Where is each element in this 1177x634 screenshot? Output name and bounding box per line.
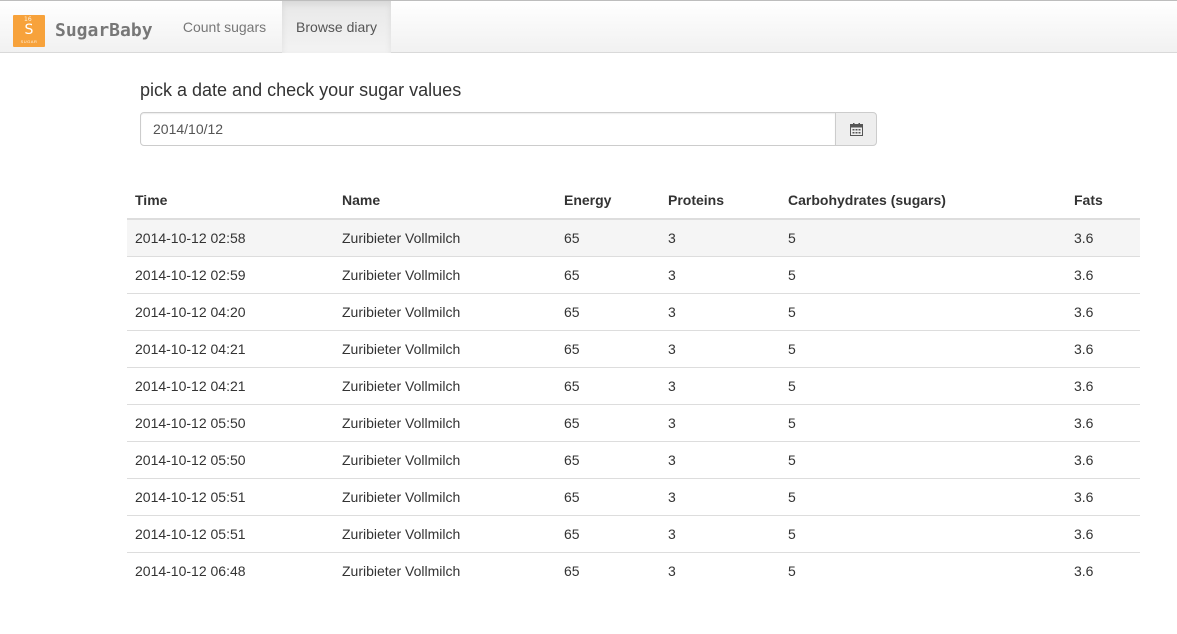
cell-carbohydrates: 5 xyxy=(780,219,1066,256)
table-row: 2014-10-12 05:50 Zuribieter Vollmilch 65… xyxy=(127,403,1140,441)
header-carbohydrates: Carbohydrates (sugars) xyxy=(780,181,1066,220)
header-proteins: Proteins xyxy=(660,181,780,220)
cell-carbohydrates: 5 xyxy=(780,292,1066,330)
cell-time: 2014-10-12 04:20 xyxy=(127,292,334,330)
cell-name: Zuribieter Vollmilch xyxy=(334,403,556,441)
cell-name: Zuribieter Vollmilch xyxy=(334,255,556,293)
cell-carbohydrates: 5 xyxy=(780,255,1066,293)
table-row: 2014-10-12 04:20 Zuribieter Vollmilch 65… xyxy=(127,292,1140,330)
date-picker xyxy=(140,112,877,146)
cell-carbohydrates: 5 xyxy=(780,366,1066,404)
cell-carbohydrates: 5 xyxy=(780,477,1066,515)
table-row: 2014-10-12 02:59 Zuribieter Vollmilch 65… xyxy=(127,255,1140,293)
cell-proteins: 3 xyxy=(660,292,780,330)
cell-energy: 65 xyxy=(556,329,660,367)
cell-time: 2014-10-12 04:21 xyxy=(127,366,334,404)
nav-browse-diary[interactable]: Browse diary xyxy=(282,1,391,53)
cell-name: Zuribieter Vollmilch xyxy=(334,329,556,367)
cell-energy: 65 xyxy=(556,551,660,589)
header-time: Time xyxy=(127,181,334,220)
cell-carbohydrates: 5 xyxy=(780,403,1066,441)
cell-time: 2014-10-12 02:58 xyxy=(127,219,334,256)
cell-name: Zuribieter Vollmilch xyxy=(334,219,556,256)
cell-name: Zuribieter Vollmilch xyxy=(334,366,556,404)
cell-fats: 3.6 xyxy=(1066,440,1140,478)
cell-proteins: 3 xyxy=(660,440,780,478)
cell-energy: 65 xyxy=(556,292,660,330)
date-input[interactable] xyxy=(140,112,836,146)
cell-time: 2014-10-12 05:51 xyxy=(127,514,334,552)
cell-proteins: 3 xyxy=(660,366,780,404)
header-energy: Energy xyxy=(556,181,660,220)
cell-energy: 65 xyxy=(556,477,660,515)
cell-carbohydrates: 5 xyxy=(780,440,1066,478)
cell-time: 2014-10-12 05:50 xyxy=(127,440,334,478)
table-row: 2014-10-12 06:48 Zuribieter Vollmilch 65… xyxy=(127,551,1140,589)
cell-fats: 3.6 xyxy=(1066,329,1140,367)
cell-proteins: 3 xyxy=(660,219,780,256)
cell-carbohydrates: 5 xyxy=(780,329,1066,367)
page-heading: pick a date and check your sugar values xyxy=(140,80,462,100)
header-fats: Fats xyxy=(1066,181,1140,220)
cell-time: 2014-10-12 04:21 xyxy=(127,329,334,367)
header-name: Name xyxy=(334,181,556,220)
diary-table: Time Name Energy Proteins Carbohydrates … xyxy=(127,181,1140,589)
cell-carbohydrates: 5 xyxy=(780,551,1066,589)
cell-proteins: 3 xyxy=(660,551,780,589)
navbar: 16 S SUGAR SugarBaby Count sugars Browse… xyxy=(0,0,1177,53)
cell-energy: 65 xyxy=(556,440,660,478)
cell-energy: 65 xyxy=(556,366,660,404)
cell-fats: 3.6 xyxy=(1066,477,1140,515)
cell-fats: 3.6 xyxy=(1066,403,1140,441)
cell-time: 2014-10-12 06:48 xyxy=(127,551,334,589)
cell-carbohydrates: 5 xyxy=(780,514,1066,552)
cell-proteins: 3 xyxy=(660,403,780,441)
table-row: 2014-10-12 05:51 Zuribieter Vollmilch 65… xyxy=(127,514,1140,552)
cell-time: 2014-10-12 05:50 xyxy=(127,403,334,441)
sugar-logo-icon[interactable]: 16 S SUGAR xyxy=(13,15,45,47)
cell-name: Zuribieter Vollmilch xyxy=(334,477,556,515)
cell-fats: 3.6 xyxy=(1066,292,1140,330)
logo-symbol: S xyxy=(24,22,34,38)
cell-proteins: 3 xyxy=(660,514,780,552)
table-row: 2014-10-12 04:21 Zuribieter Vollmilch 65… xyxy=(127,366,1140,404)
table-row: 2014-10-12 04:21 Zuribieter Vollmilch 65… xyxy=(127,329,1140,367)
cell-time: 2014-10-12 02:59 xyxy=(127,255,334,293)
table-row: 2014-10-12 05:51 Zuribieter Vollmilch 65… xyxy=(127,477,1140,515)
calendar-button[interactable] xyxy=(835,112,877,146)
cell-energy: 65 xyxy=(556,403,660,441)
cell-time: 2014-10-12 05:51 xyxy=(127,477,334,515)
cell-fats: 3.6 xyxy=(1066,255,1140,293)
nav-count-sugars[interactable]: Count sugars xyxy=(167,1,282,53)
table-row: 2014-10-12 05:50 Zuribieter Vollmilch 65… xyxy=(127,440,1140,478)
cell-proteins: 3 xyxy=(660,477,780,515)
cell-fats: 3.6 xyxy=(1066,514,1140,552)
logo-label: SUGAR xyxy=(20,39,38,44)
brand-name[interactable]: SugarBaby xyxy=(55,20,153,41)
cell-energy: 65 xyxy=(556,514,660,552)
cell-fats: 3.6 xyxy=(1066,219,1140,256)
cell-proteins: 3 xyxy=(660,255,780,293)
cell-name: Zuribieter Vollmilch xyxy=(334,551,556,589)
cell-name: Zuribieter Vollmilch xyxy=(334,292,556,330)
table-header-row: Time Name Energy Proteins Carbohydrates … xyxy=(127,181,1140,220)
cell-proteins: 3 xyxy=(660,329,780,367)
cell-energy: 65 xyxy=(556,219,660,256)
cell-name: Zuribieter Vollmilch xyxy=(334,514,556,552)
cell-fats: 3.6 xyxy=(1066,366,1140,404)
calendar-icon xyxy=(850,123,863,136)
cell-name: Zuribieter Vollmilch xyxy=(334,440,556,478)
cell-energy: 65 xyxy=(556,255,660,293)
table-row: 2014-10-12 02:58 Zuribieter Vollmilch 65… xyxy=(127,219,1140,256)
cell-fats: 3.6 xyxy=(1066,551,1140,589)
